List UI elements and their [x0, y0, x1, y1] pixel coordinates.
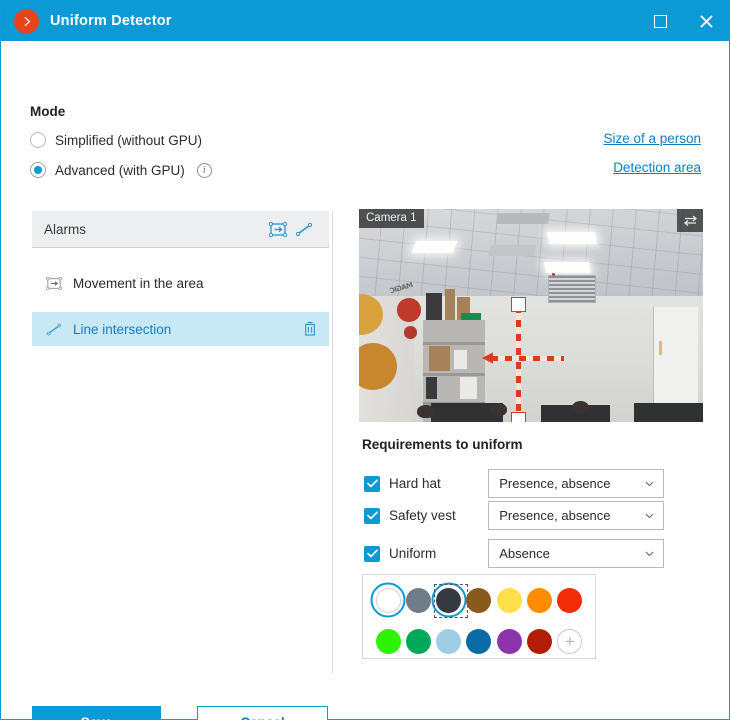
check-icon	[366, 479, 378, 488]
swatch-bright-green[interactable]	[373, 625, 403, 657]
swatch-yellow[interactable]	[494, 584, 524, 616]
swatch-light-blue[interactable]	[434, 625, 464, 657]
palette-row: +	[373, 625, 585, 657]
camera-name-label: Camera 1	[359, 209, 424, 228]
checkbox-hard-hat[interactable]	[364, 475, 380, 492]
select-safety-vest[interactable]: Presence, absence	[488, 501, 664, 530]
swatch-dark-slate[interactable]	[433, 584, 468, 618]
radio-advanced[interactable]: Advanced (with GPU) i	[30, 162, 212, 178]
swatch-red[interactable]	[555, 584, 585, 616]
close-button[interactable]	[683, 1, 729, 41]
title-bar: Uniform Detector	[1, 1, 729, 41]
close-icon	[700, 15, 712, 27]
radio-simplified-indicator	[30, 132, 46, 148]
camera-preview[interactable]: MAGIC Camera 1	[359, 209, 703, 422]
swatch-purple[interactable]	[494, 625, 524, 657]
chevron-down-icon	[645, 551, 654, 557]
panel-divider	[332, 211, 333, 673]
requirement-label-uniform: Uniform	[389, 546, 437, 561]
trash-icon[interactable]	[301, 319, 319, 339]
line-icon	[44, 320, 64, 338]
check-icon	[366, 549, 378, 558]
add-color-button[interactable]: +	[555, 625, 585, 657]
intersection-line-vertical[interactable]	[516, 306, 521, 416]
swatch-white[interactable]	[373, 584, 403, 616]
color-palette: +	[362, 574, 596, 659]
cancel-button[interactable]: Cancel	[197, 706, 328, 720]
intersection-line-horizontal[interactable]	[491, 356, 564, 361]
line-handle-top[interactable]	[511, 297, 526, 312]
alarms-header: Alarms	[32, 211, 329, 247]
plus-icon: +	[557, 628, 583, 654]
maximize-icon	[653, 14, 667, 28]
select-hard-hat[interactable]: Presence, absence	[488, 469, 664, 498]
requirement-row-uniform: Uniform Absence	[364, 539, 664, 568]
chevron-right-logo-icon	[14, 8, 39, 34]
alarm-item-label: Movement in the area	[73, 275, 204, 291]
requirement-label-hard-hat: Hard hat	[389, 476, 441, 491]
palette-row	[373, 584, 585, 618]
alarms-panel: Alarms Movement in the area Line interse…	[32, 211, 329, 346]
swatch-orange[interactable]	[524, 584, 554, 616]
save-button[interactable]: Save	[32, 706, 161, 720]
direction-arrow-icon	[481, 350, 499, 371]
alarm-item-label: Line intersection	[73, 321, 172, 337]
link-detection-area[interactable]: Detection area	[603, 160, 701, 175]
select-uniform-value: Absence	[499, 546, 550, 561]
swatch-dark-red[interactable]	[524, 625, 554, 657]
radio-advanced-indicator	[30, 162, 46, 178]
select-hard-hat-value: Presence, absence	[499, 476, 611, 491]
alarms-header-title: Alarms	[44, 221, 87, 237]
link-size-of-a-person[interactable]: Size of a person	[603, 131, 701, 146]
line-handle-bottom[interactable]	[511, 412, 526, 422]
alarms-header-underline	[32, 247, 329, 248]
uniform-detector-window: Uniform Detector Mode Simplified (withou…	[0, 0, 730, 720]
maximize-button[interactable]	[637, 1, 683, 41]
helper-links: Size of a person Detection area	[603, 131, 701, 189]
add-line-icon[interactable]	[291, 218, 317, 240]
alarm-item-line-intersection[interactable]: Line intersection	[32, 312, 329, 346]
requirement-row-safety-vest: Safety vest Presence, absence	[364, 501, 664, 530]
checkbox-safety-vest[interactable]	[364, 507, 380, 524]
checkbox-uniform[interactable]	[364, 545, 380, 562]
area-icon	[44, 274, 64, 292]
window-title: Uniform Detector	[50, 13, 172, 29]
check-icon	[366, 511, 378, 520]
dialog-body: Mode Simplified (without GPU) Advanced (…	[1, 41, 729, 720]
radio-advanced-label: Advanced (with GPU)	[55, 162, 185, 178]
chevron-down-icon	[645, 481, 654, 487]
camera-scene-image: MAGIC	[359, 209, 703, 422]
info-icon[interactable]: i	[196, 162, 212, 178]
radio-simplified[interactable]: Simplified (without GPU)	[30, 132, 202, 148]
select-safety-vest-value: Presence, absence	[499, 508, 611, 523]
swatch-blue[interactable]	[464, 625, 494, 657]
radio-simplified-label: Simplified (without GPU)	[55, 132, 203, 148]
swatch-gray[interactable]	[403, 584, 433, 616]
swatch-green[interactable]	[403, 625, 433, 657]
requirements-heading: Requirements to uniform	[362, 437, 523, 452]
mode-heading: Mode	[30, 104, 66, 119]
requirement-label-safety-vest: Safety vest	[389, 508, 456, 523]
swap-arrows-icon[interactable]	[677, 209, 703, 232]
alarm-item-movement-in-the-area[interactable]: Movement in the area	[32, 266, 329, 300]
select-uniform[interactable]: Absence	[488, 539, 664, 568]
chevron-down-icon	[645, 513, 654, 519]
swatch-brown[interactable]	[464, 584, 494, 616]
add-area-icon[interactable]	[265, 218, 291, 240]
requirement-row-hard-hat: Hard hat Presence, absence	[364, 469, 664, 498]
